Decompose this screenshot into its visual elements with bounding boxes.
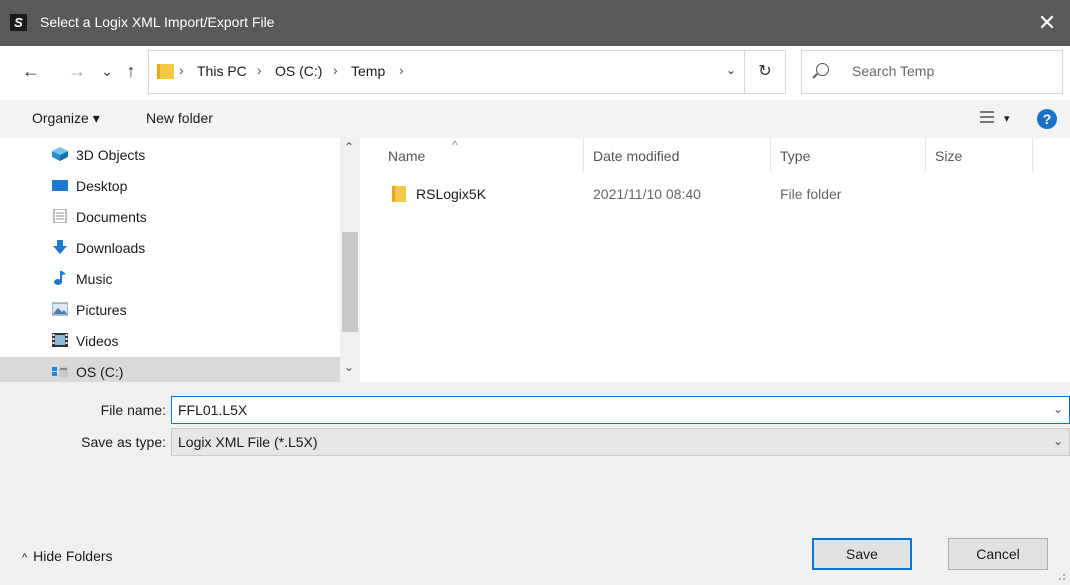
date-modified-cell: 2021/11/10 08:40 [593, 186, 701, 202]
close-button[interactable]: ✕ [1024, 0, 1070, 46]
sidebar-item-label: Downloads [76, 240, 146, 256]
sidebar-item-3d-objects[interactable]: 3D Objects [0, 140, 340, 170]
save-type-label: Save as type: [81, 434, 166, 450]
breadcrumb-separator-icon: › [179, 62, 184, 78]
search-icon [816, 63, 829, 76]
table-row[interactable]: RSLogix5K 2021/11/10 08:40 File folder [360, 180, 1070, 208]
folder-icon [392, 186, 406, 202]
column-header-type[interactable]: Type [780, 148, 810, 164]
sidebar-item-downloads[interactable]: Downloads [0, 233, 340, 263]
sidebar-item-label: Music [76, 271, 113, 287]
up-icon[interactable]: ↑ [120, 60, 142, 82]
file-list: ^ Name Date modified Type Size RSLogix5K… [360, 138, 1070, 382]
window-title: Select a Logix XML Import/Export File [40, 14, 275, 30]
sidebar-item-videos[interactable]: Videos [0, 326, 340, 356]
sidebar-item-label: Pictures [76, 302, 127, 318]
breadcrumb-separator-icon: › [333, 62, 338, 78]
file-name-cell: RSLogix5K [416, 186, 487, 202]
sort-ascending-icon: ^ [452, 138, 458, 152]
help-icon[interactable]: ? [1037, 109, 1057, 129]
chevron-down-icon[interactable]: ⌄ [1053, 402, 1063, 416]
column-header-size[interactable]: Size [935, 148, 962, 164]
type-cell: File folder [780, 186, 842, 202]
column-header-date-modified[interactable]: Date modified [593, 148, 679, 164]
new-folder-button[interactable]: New folder [146, 110, 213, 126]
sidebar-scrollbar[interactable]: ⌃ ⌄ [340, 138, 360, 382]
sidebar-item-label: Videos [76, 333, 119, 349]
folder-icon [157, 64, 174, 79]
breadcrumb-separator-icon: › [399, 62, 404, 78]
breadcrumb-os-c[interactable]: OS (C:) [275, 63, 322, 79]
chevron-down-icon[interactable]: ⌄ [726, 63, 736, 77]
chevron-up-icon: ^ [22, 552, 28, 564]
hide-folders-button[interactable]: ^ Hide Folders [22, 548, 113, 564]
organize-button[interactable]: Organize ▾ [32, 110, 100, 127]
refresh-button[interactable]: ↻ [745, 50, 786, 94]
save-type-value: Logix XML File (*.L5X) [178, 434, 318, 450]
recent-locations-icon[interactable]: ⌄ [96, 60, 118, 82]
scroll-down-icon[interactable]: ⌄ [344, 360, 354, 374]
view-dropdown-icon[interactable]: ▾ [1004, 112, 1010, 125]
file-name-field[interactable]: FFL01.L5X ⌄ [171, 396, 1070, 424]
video-icon [52, 333, 68, 347]
file-name-label: File name: [100, 402, 166, 418]
breadcrumb-temp[interactable]: Temp [351, 63, 385, 79]
desktop-icon [52, 180, 68, 191]
sidebar-item-label: Desktop [76, 178, 128, 194]
sidebar-item-label: Documents [76, 209, 147, 225]
hide-folders-label: Hide Folders [33, 548, 113, 564]
column-divider[interactable] [770, 138, 771, 172]
sidebar-item-label: 3D Objects [76, 147, 146, 163]
sidebar-item-label: OS (C:) [76, 364, 124, 380]
drive-icon [52, 366, 68, 377]
column-divider[interactable] [1032, 138, 1033, 172]
document-icon [53, 209, 67, 223]
command-toolbar: Organize ▾ New folder ▾ ? [0, 100, 1070, 138]
sidebar-item-music[interactable]: Music [0, 264, 340, 294]
cancel-button[interactable]: Cancel [948, 538, 1048, 570]
address-bar[interactable]: › This PC › OS (C:) › Temp › ⌄ [148, 50, 745, 94]
title-bar: S Select a Logix XML Import/Export File … [0, 0, 1070, 46]
save-type-select[interactable]: Logix XML File (*.L5X) ⌄ [171, 428, 1070, 456]
search-input[interactable]: Search Temp [801, 50, 1063, 94]
scroll-up-icon[interactable]: ⌃ [344, 140, 354, 154]
sidebar-item-documents[interactable]: Documents [0, 202, 340, 232]
column-header-name[interactable]: Name [388, 148, 425, 164]
picture-icon [52, 302, 68, 316]
download-icon [53, 240, 67, 254]
scrollbar-thumb[interactable] [342, 232, 358, 332]
column-divider[interactable] [925, 138, 926, 172]
sidebar-item-desktop[interactable]: Desktop [0, 171, 340, 201]
search-placeholder: Search Temp [852, 63, 935, 79]
save-button[interactable]: Save [812, 538, 912, 570]
breadcrumb-this-pc[interactable]: This PC [197, 63, 247, 79]
view-options-icon[interactable] [980, 110, 994, 124]
navigation-pane: 3D Objects Desktop Documents Downloads M… [0, 138, 340, 387]
forward-icon[interactable]: → [66, 60, 88, 82]
chevron-down-icon[interactable]: ⌄ [1053, 434, 1063, 448]
music-note-icon [54, 271, 66, 285]
resize-grip-icon[interactable] [1056, 571, 1066, 581]
column-divider[interactable] [583, 138, 584, 172]
sidebar-item-pictures[interactable]: Pictures [0, 295, 340, 325]
file-name-value: FFL01.L5X [178, 402, 248, 418]
cube-icon [52, 147, 68, 161]
breadcrumb-separator-icon: › [257, 62, 262, 78]
app-icon: S [10, 14, 27, 31]
back-icon[interactable]: ← [20, 60, 42, 82]
